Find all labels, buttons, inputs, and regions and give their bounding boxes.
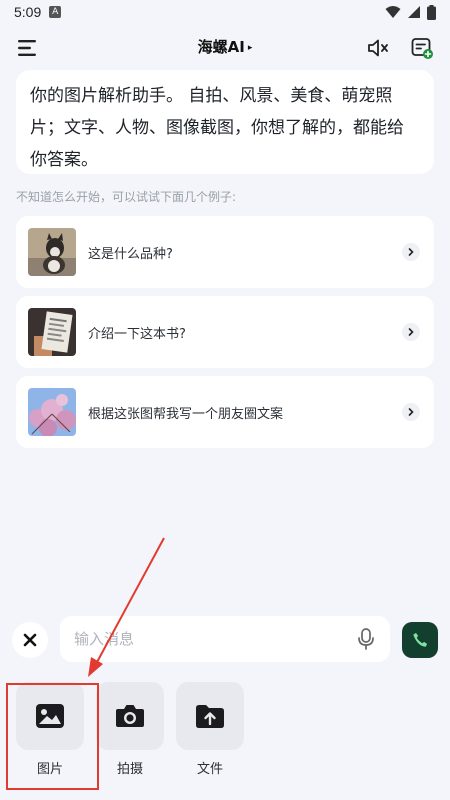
example-prompt-1[interactable]: 这是什么品种? (16, 216, 434, 288)
chevron-right-icon (402, 403, 420, 421)
image-icon (36, 704, 64, 728)
blossom-photo-thumbnail (28, 388, 76, 436)
example-prompt-label: 根据这张图帮我写一个朋友圈文案 (88, 406, 284, 422)
message-input[interactable] (74, 630, 356, 648)
camera-tool-tile (96, 682, 164, 750)
microphone-icon[interactable] (356, 627, 376, 651)
cat-photo-thumbnail (28, 228, 76, 276)
file-tool-button[interactable]: 文件 (176, 682, 244, 777)
close-tools-button[interactable] (12, 622, 48, 658)
intro-message: 你的图片解析助手。 自拍、风景、美食、萌宠照片；文字、人物、图像截图，你想了解的… (16, 70, 434, 174)
camera-tool-button[interactable]: 拍摄 (96, 682, 164, 777)
file-tool-tile (176, 682, 244, 750)
chevron-right-icon (402, 323, 420, 341)
image-tool-button[interactable]: 图片 (16, 682, 84, 777)
notification-icon: A (49, 6, 62, 18)
title-caret-icon: ▸ (247, 42, 253, 53)
phone-icon (413, 632, 428, 647)
message-input-box[interactable] (60, 616, 390, 662)
top-bar: 海螺AI ▸ (0, 28, 450, 68)
voice-call-button[interactable] (402, 622, 438, 658)
book-photo-thumbnail (28, 308, 76, 356)
battery-icon (427, 4, 436, 20)
speaker-mute-icon[interactable] (366, 36, 390, 60)
close-icon (23, 633, 37, 647)
file-tool-label: 文件 (196, 762, 223, 777)
image-tool-label: 图片 (36, 762, 63, 777)
example-prompt-label: 介绍一下这本书? (88, 326, 186, 342)
example-prompt-label: 这是什么品种? (88, 246, 173, 262)
wifi-icon (385, 6, 401, 18)
chevron-right-icon (402, 243, 420, 261)
new-chat-icon[interactable] (410, 36, 434, 60)
camera-icon (116, 705, 144, 727)
camera-tool-label: 拍摄 (116, 762, 143, 777)
image-tool-tile (16, 682, 84, 750)
example-prompt-2[interactable]: 介绍一下这本书? (16, 296, 434, 368)
hint-text: 不知道怎么开始，可以试试下面几个例子: (16, 190, 237, 204)
app-title-text: 海螺AI (197, 38, 245, 56)
example-prompt-3[interactable]: 根据这张图帮我写一个朋友圈文案 (16, 376, 434, 448)
upload-file-icon (196, 705, 224, 728)
status-time: 5:09 (14, 4, 42, 20)
status-bar: 5:09 A (0, 0, 450, 24)
signal-icon (408, 6, 420, 18)
